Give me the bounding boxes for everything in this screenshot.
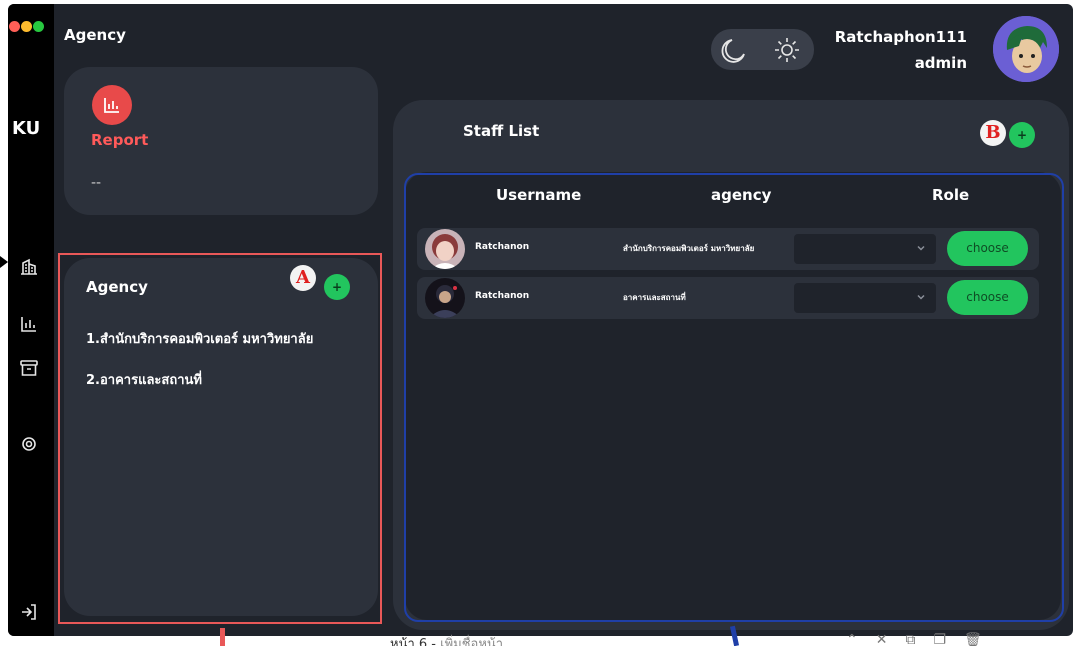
chart-icon[interactable] bbox=[19, 314, 39, 334]
agency-list: 1.สำนักบริการคอมพิวเตอร์ มหาวิทยาลัย 2.อ… bbox=[86, 328, 313, 410]
page-separator: - bbox=[427, 637, 441, 646]
close-window-button[interactable] bbox=[9, 21, 20, 32]
duplicate-icon[interactable]: ❐ bbox=[933, 632, 946, 646]
agency-list-item[interactable]: 1.สำนักบริการคอมพิวเตอร์ มหาวิทยาลัย bbox=[86, 328, 313, 349]
role-select[interactable] bbox=[794, 283, 936, 313]
page-number: หน้า 6 bbox=[390, 637, 428, 646]
staff-agency: อาคารและสถานที่ bbox=[623, 293, 686, 302]
annotation-label-b: B bbox=[980, 120, 1006, 146]
choose-button[interactable]: choose bbox=[947, 231, 1028, 266]
agency-list-item[interactable]: 2.อาคารและสถานที่ bbox=[86, 369, 313, 390]
minimize-window-button[interactable] bbox=[21, 21, 32, 32]
column-header-agency: agency bbox=[711, 186, 772, 204]
brand-logo: KU bbox=[12, 118, 41, 139]
trash-icon[interactable]: 🗑 bbox=[964, 632, 982, 646]
agency-title: Agency bbox=[86, 278, 148, 296]
add-page-title[interactable]: เพิ่มชื่อหน้า bbox=[440, 637, 503, 646]
chevron-up-icon[interactable]: ⌃ bbox=[846, 632, 858, 646]
staff-card: Staff List + Username agency Role Ratcha… bbox=[393, 100, 1069, 630]
staff-title: Staff List bbox=[463, 122, 540, 140]
pointer-arrow bbox=[0, 256, 8, 268]
gear-icon[interactable] bbox=[19, 434, 39, 454]
report-label: Report bbox=[91, 131, 149, 149]
staff-agency: สำนักบริการคอมพิวเตอร์ มหาวิทยาลัย bbox=[623, 244, 755, 253]
page-title: Agency bbox=[64, 26, 126, 44]
page-footer: หน้า 6 - เพิ่มชื่อหน้า bbox=[390, 633, 503, 646]
maximize-window-button[interactable] bbox=[33, 21, 44, 32]
window-controls bbox=[9, 21, 44, 32]
staff-username: Ratchanon bbox=[475, 291, 530, 301]
add-staff-button[interactable]: + bbox=[1009, 122, 1035, 148]
staff-username: Ratchanon bbox=[475, 242, 530, 252]
sun-icon[interactable] bbox=[772, 35, 802, 65]
report-badge bbox=[92, 85, 132, 125]
archive-icon[interactable] bbox=[19, 358, 39, 378]
annotation-connector-a bbox=[220, 628, 225, 646]
logout-icon[interactable] bbox=[19, 602, 39, 622]
agency-card: Agency + 1.สำนักบริการคอมพิวเตอร์ มหาวิท… bbox=[64, 258, 378, 616]
sidebar: KU bbox=[8, 4, 54, 636]
table-row: Ratchanon สำนักบริการคอมพิวเตอร์ มหาวิทย… bbox=[417, 228, 1039, 270]
table-row: Ratchanon อาคารและสถานที่ choose bbox=[417, 277, 1039, 319]
user-role: admin bbox=[914, 54, 967, 72]
user-avatar[interactable] bbox=[993, 16, 1059, 82]
footer-toolbar: ⌃ ✕ ⧉ ❐ 🗑 bbox=[846, 632, 982, 646]
chevron-down-icon bbox=[917, 245, 925, 251]
staff-avatar bbox=[425, 278, 465, 318]
choose-button[interactable]: choose bbox=[947, 280, 1028, 315]
close-icon[interactable]: ✕ bbox=[876, 632, 888, 646]
building-icon[interactable] bbox=[19, 256, 39, 276]
staff-avatar bbox=[425, 229, 465, 269]
add-agency-button[interactable]: + bbox=[324, 274, 350, 300]
copy-icon[interactable]: ⧉ bbox=[905, 632, 915, 646]
report-value: -- bbox=[91, 175, 102, 191]
column-header-role: Role bbox=[932, 186, 970, 204]
user-name: Ratchaphon111 bbox=[834, 28, 967, 46]
annotation-label-a: A bbox=[290, 265, 316, 291]
chart-icon bbox=[104, 98, 119, 113]
role-select[interactable] bbox=[794, 234, 936, 264]
report-card[interactable]: Report -- bbox=[64, 67, 378, 215]
moon-icon[interactable] bbox=[719, 35, 749, 65]
app-window: KU Agency Ratchaphon111 admin Report -- … bbox=[8, 4, 1073, 636]
chevron-down-icon bbox=[917, 294, 925, 300]
staff-table: Username agency Role Ratchanon สำนักบริก… bbox=[405, 172, 1061, 620]
theme-toggle[interactable] bbox=[711, 29, 814, 70]
column-header-username: Username bbox=[496, 186, 582, 204]
